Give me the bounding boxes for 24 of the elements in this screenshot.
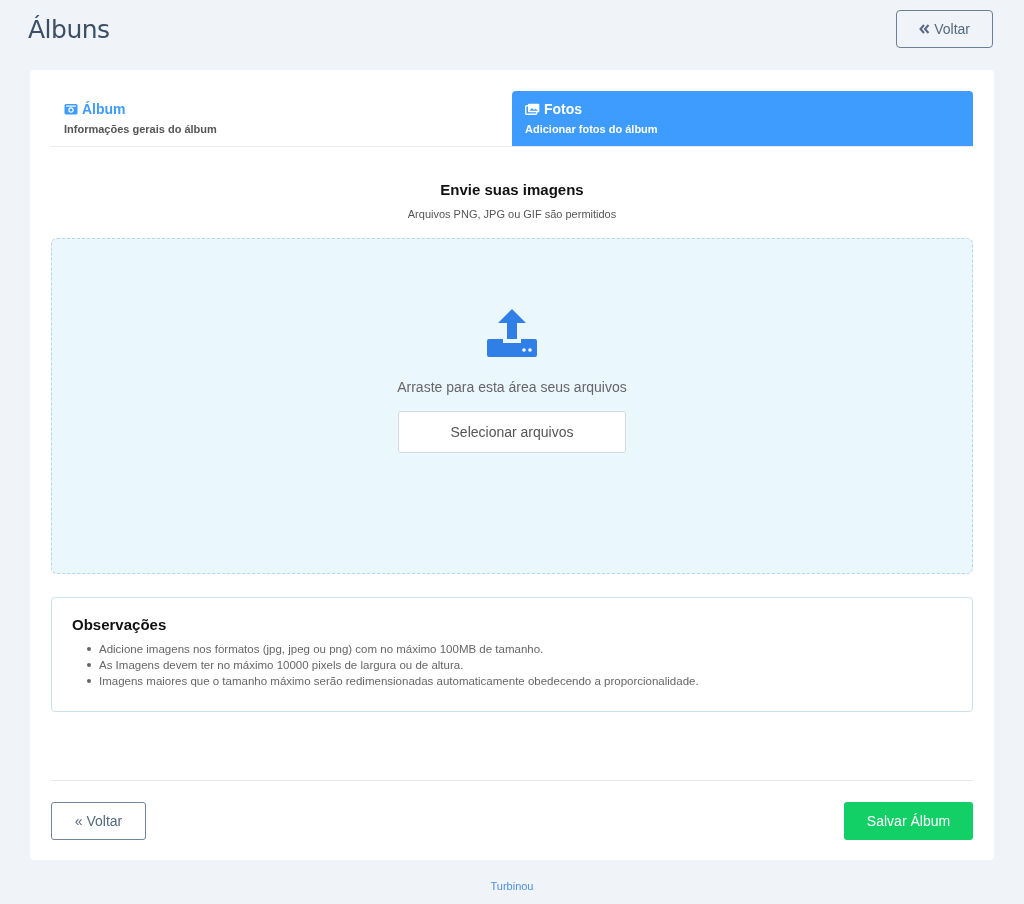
bullet-icon [87, 679, 91, 683]
upload-title: Envie suas imagens [439, 181, 585, 198]
wizard-tab[interactable]: Álbum Informações gerais do álbum [51, 91, 512, 146]
double-chevron-left-icon [919, 24, 931, 34]
back-button[interactable]: Voltar [896, 10, 993, 48]
bullet-icon [87, 647, 91, 651]
upload-icon [487, 309, 537, 357]
page-title: Álbuns [28, 14, 110, 44]
note-item: As Imagens devem ter no máximo 10000 pixels de largura ou de altura. [99, 658, 464, 673]
camera-icon [64, 103, 78, 115]
note-item: Imagens maiores que o tamanho máximo serão redimensionadas automaticamente obedecendo a proporcionalidade. [99, 674, 699, 689]
drop-text: Arraste para esta área seus arquivos [397, 379, 627, 395]
tab-title: Fotos [544, 101, 583, 117]
tab-subtitle: Adicionar fotos do álbum [525, 123, 659, 135]
tab-subtitle: Informações gerais do álbum [64, 123, 218, 135]
images-icon [525, 103, 540, 115]
back-button[interactable]: « Voltar [51, 802, 146, 840]
upload-hint: Arquivos PNG, JPG ou GIF são permitidos [406, 208, 618, 220]
note-item: Adicione imagens nos formatos (jpg, jpeg ou png) com no máximo 100MB de tamanho. [99, 642, 544, 657]
notes-title: Observações [72, 616, 168, 633]
tab-title: Álbum [82, 101, 126, 117]
select-files-button[interactable]: Selecionar arquivos [398, 411, 626, 453]
bullet-icon [87, 663, 91, 667]
drop-zone[interactable]: Arraste para esta área seus arquivos Selecionar arquivos [51, 238, 973, 574]
